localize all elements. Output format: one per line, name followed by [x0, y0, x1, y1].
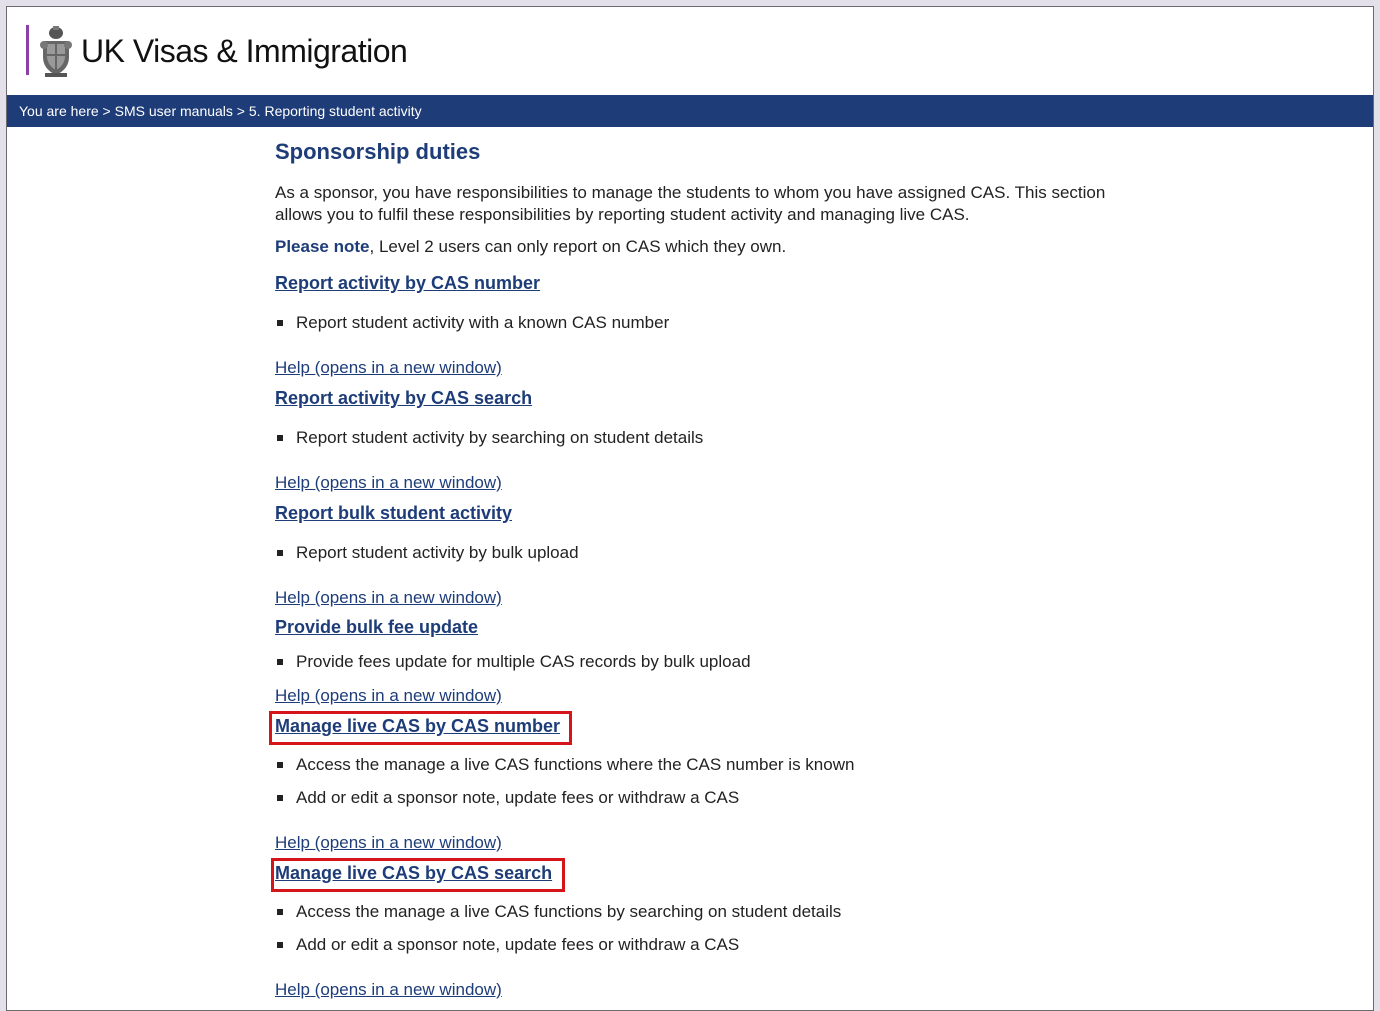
- list-item: Access the manage a live CAS functions b…: [275, 902, 841, 922]
- brand-accent-bar: [26, 25, 29, 75]
- list-item: Access the manage a live CAS functions w…: [275, 755, 854, 775]
- list-item: Add or edit a sponsor note, update fees …: [275, 935, 739, 955]
- link-manage-live-cas-by-number[interactable]: Manage live CAS by CAS number: [275, 716, 560, 737]
- page-title: Sponsorship duties: [275, 139, 481, 164]
- list-item: Report student activity by searching on …: [275, 428, 703, 448]
- breadcrumb-separator: >: [232, 103, 249, 119]
- note-label: Please note: [275, 237, 370, 256]
- breadcrumb-separator: >: [98, 103, 115, 119]
- help-link[interactable]: Help (opens in a new window): [275, 588, 502, 608]
- help-link[interactable]: Help (opens in a new window): [275, 473, 502, 493]
- help-link[interactable]: Help (opens in a new window): [275, 358, 502, 378]
- link-report-by-cas-search[interactable]: Report activity by CAS search: [275, 388, 532, 409]
- note-text: Please note, Level 2 users can only repo…: [275, 237, 786, 257]
- link-report-bulk-activity[interactable]: Report bulk student activity: [275, 503, 512, 524]
- link-bulk-fee-update[interactable]: Provide bulk fee update: [275, 617, 478, 638]
- list-item: Add or edit a sponsor note, update fees …: [275, 788, 739, 808]
- list-item: Report student activity by bulk upload: [275, 543, 579, 563]
- page-frame: UK Visas & Immigration You are here > SM…: [6, 6, 1374, 1011]
- list-item: Provide fees update for multiple CAS rec…: [275, 652, 751, 672]
- breadcrumb: You are here > SMS user manuals > 5. Rep…: [7, 95, 1373, 127]
- breadcrumb-item-current: 5. Reporting student activity: [248, 103, 422, 119]
- breadcrumb-prefix: You are here: [19, 103, 99, 119]
- brand-title: UK Visas & Immigration: [81, 33, 408, 69]
- help-link[interactable]: Help (opens in a new window): [275, 833, 502, 853]
- royal-crest-icon: [40, 26, 72, 77]
- link-manage-live-cas-by-search[interactable]: Manage live CAS by CAS search: [275, 863, 552, 884]
- site-header: UK Visas & Immigration: [7, 7, 1373, 95]
- intro-text: As a sponsor, you have responsibilities …: [275, 183, 1106, 224]
- breadcrumb-item-manuals[interactable]: SMS user manuals: [115, 103, 233, 119]
- note-body: , Level 2 users can only report on CAS w…: [369, 237, 787, 256]
- help-link[interactable]: Help (opens in a new window): [275, 686, 502, 706]
- link-report-by-cas-number[interactable]: Report activity by CAS number: [275, 273, 540, 294]
- list-item: Report student activity with a known CAS…: [275, 313, 669, 333]
- help-link[interactable]: Help (opens in a new window): [275, 980, 502, 1000]
